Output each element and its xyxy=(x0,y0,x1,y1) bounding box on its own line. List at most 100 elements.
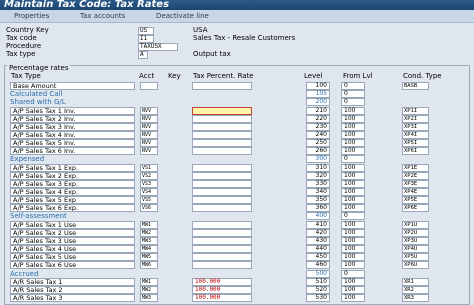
acct-key-field[interactable]: NVV xyxy=(140,114,158,123)
section-label: Accrued xyxy=(10,269,39,278)
from-level-cell: 100 xyxy=(341,204,365,213)
from-level-cell: 0 xyxy=(341,155,365,164)
acct-key-field[interactable]: MW2 xyxy=(140,228,158,237)
acct-key-field[interactable]: VS3 xyxy=(140,179,158,188)
tax-type-cell: A/R Sales Tax 2 xyxy=(10,285,135,294)
from-level-cell: 100 xyxy=(341,179,365,188)
table-row: A/P Sales Tax 4 Use MW4 440 100 XP4U xyxy=(0,245,474,253)
acct-key-field[interactable]: MW1 xyxy=(140,220,158,229)
tax-rate-field[interactable] xyxy=(192,82,252,90)
column-header-rate: Tax Percent. Rate xyxy=(193,72,254,80)
tax-type-field[interactable]: A xyxy=(138,51,148,59)
level-cell: 500 xyxy=(306,269,330,278)
condition-type-cell: XR3 xyxy=(402,293,429,302)
acct-key-field[interactable]: VS5 xyxy=(140,196,158,205)
tax-rate-field[interactable]: 100.000 xyxy=(192,277,252,286)
tax-rate-field[interactable] xyxy=(192,253,252,262)
acct-key-field[interactable] xyxy=(140,82,158,90)
condition-type-cell: XP6I xyxy=(402,147,429,156)
tax-rate-field[interactable] xyxy=(192,106,252,115)
tax-type-cell: A/P Sales Tax 5 Inv. xyxy=(10,139,135,148)
level-cell: 530 xyxy=(306,293,330,302)
level-cell: 100 xyxy=(306,82,330,90)
tax-rate-field[interactable]: 100.000 xyxy=(192,285,252,294)
acct-key-field[interactable]: NVV xyxy=(140,139,158,148)
country-key-field[interactable]: US xyxy=(138,27,154,35)
tax-rate-field[interactable] xyxy=(192,245,252,253)
acct-key-field[interactable]: MW2 xyxy=(140,285,158,294)
acct-key-field[interactable]: NVV xyxy=(140,147,158,156)
country-key-label: Country Key xyxy=(6,26,49,34)
column-header-from-lvl: From Lvl xyxy=(343,72,373,80)
properties-button[interactable]: Properties xyxy=(14,12,49,20)
acct-key-field[interactable]: MW1 xyxy=(140,277,158,286)
level-cell: 330 xyxy=(306,179,330,188)
tax-accounts-button[interactable]: Tax accounts xyxy=(80,12,125,20)
tax-code-label: Tax code xyxy=(6,34,37,42)
level-cell: 260 xyxy=(306,147,330,156)
column-header-key: Key xyxy=(168,72,181,80)
tax-rate-field[interactable] xyxy=(192,163,252,172)
level-cell: 420 xyxy=(306,228,330,237)
tax-rate-field[interactable] xyxy=(192,220,252,229)
tax-type-cell: Base Amount xyxy=(10,82,135,90)
table-row: A/P Sales Tax 1 Use MW1 410 100 XP1U xyxy=(0,220,474,229)
from-level-cell: 0 xyxy=(341,90,365,99)
country-name: USA xyxy=(193,26,208,34)
tax-rate-field[interactable]: 100.000 xyxy=(192,293,252,302)
acct-key-field[interactable]: VS6 xyxy=(140,204,158,213)
condition-type-cell: XP3E xyxy=(402,179,429,188)
acct-key-field[interactable]: MW3 xyxy=(140,236,158,245)
acct-key-field[interactable]: MW5 xyxy=(140,253,158,262)
acct-key-field[interactable]: VS1 xyxy=(140,163,158,172)
tax-rate-field[interactable] xyxy=(192,139,252,148)
level-cell: 460 xyxy=(306,261,330,270)
level-cell: 230 xyxy=(306,122,330,131)
acct-key-field[interactable]: NVV xyxy=(140,106,158,115)
tax-rate-field[interactable] xyxy=(192,187,252,196)
tax-rate-field[interactable] xyxy=(192,130,252,139)
tax-type-cell: A/P Sales Tax 4 Inv. xyxy=(10,130,135,139)
acct-key-field[interactable]: NVV xyxy=(140,130,158,139)
deactivate-line-button[interactable]: Deactivate line xyxy=(156,12,209,20)
level-cell: 340 xyxy=(306,187,330,196)
column-header-tax-type: Tax Type xyxy=(11,72,41,80)
tax-rate-field[interactable] xyxy=(192,147,252,156)
level-cell: 220 xyxy=(306,114,330,123)
tax-code-description: Sales Tax - Resale Customers xyxy=(193,34,296,42)
column-header-acct: Acct xyxy=(139,72,155,80)
table-row: A/P Sales Tax 5 Exp VS5 350 100 XP5E xyxy=(0,196,474,205)
acct-key-field[interactable]: NVV xyxy=(140,122,158,131)
tax-rate-field[interactable] xyxy=(192,171,252,180)
tax-code-field[interactable]: I1 xyxy=(138,35,154,43)
tax-type-cell: A/R Sales Tax 3 xyxy=(10,293,135,302)
table-row: A/P Sales Tax 3 Inv. NVV 230 100 XP3I xyxy=(0,122,474,131)
acct-key-field[interactable]: MW4 xyxy=(140,245,158,253)
acct-key-field[interactable]: VS2 xyxy=(140,171,158,180)
tax-rate-field[interactable] xyxy=(192,204,252,213)
condition-type-cell: XP1E xyxy=(402,163,429,172)
tax-type-cell: A/P Sales Tax 6 Inv. xyxy=(10,147,135,156)
procedure-field[interactable]: TAXUSX xyxy=(138,43,178,51)
tax-type-cell: A/P Sales Tax 2 Inv. xyxy=(10,114,135,123)
tax-rate-field[interactable] xyxy=(192,261,252,270)
tax-rate-field[interactable] xyxy=(192,196,252,205)
tax-rate-field[interactable] xyxy=(192,236,252,245)
table-row: A/P Sales Tax 5 Use MW5 450 100 XP5U xyxy=(0,253,474,262)
tax-rate-field[interactable] xyxy=(192,228,252,237)
table-row: Self-assessment 400 0 xyxy=(0,212,474,221)
condition-type-cell: XP5E xyxy=(402,196,429,205)
column-header-level: Level xyxy=(304,72,323,80)
tax-rate-field[interactable] xyxy=(192,114,252,123)
from-level-cell: 0 xyxy=(341,212,365,221)
acct-key-field[interactable]: MW3 xyxy=(140,293,158,302)
tax-type-label: Tax type xyxy=(6,50,36,58)
acct-key-field[interactable]: VS4 xyxy=(140,187,158,196)
tax-rate-field[interactable] xyxy=(192,122,252,131)
condition-type-cell: XP4E xyxy=(402,187,429,196)
table-row: Expensed 300 0 xyxy=(0,155,474,164)
from-level-cell: 100 xyxy=(341,171,365,180)
tax-rate-field[interactable] xyxy=(192,179,252,188)
acct-key-field[interactable]: MW6 xyxy=(140,261,158,270)
from-level-cell: 100 xyxy=(341,130,365,139)
